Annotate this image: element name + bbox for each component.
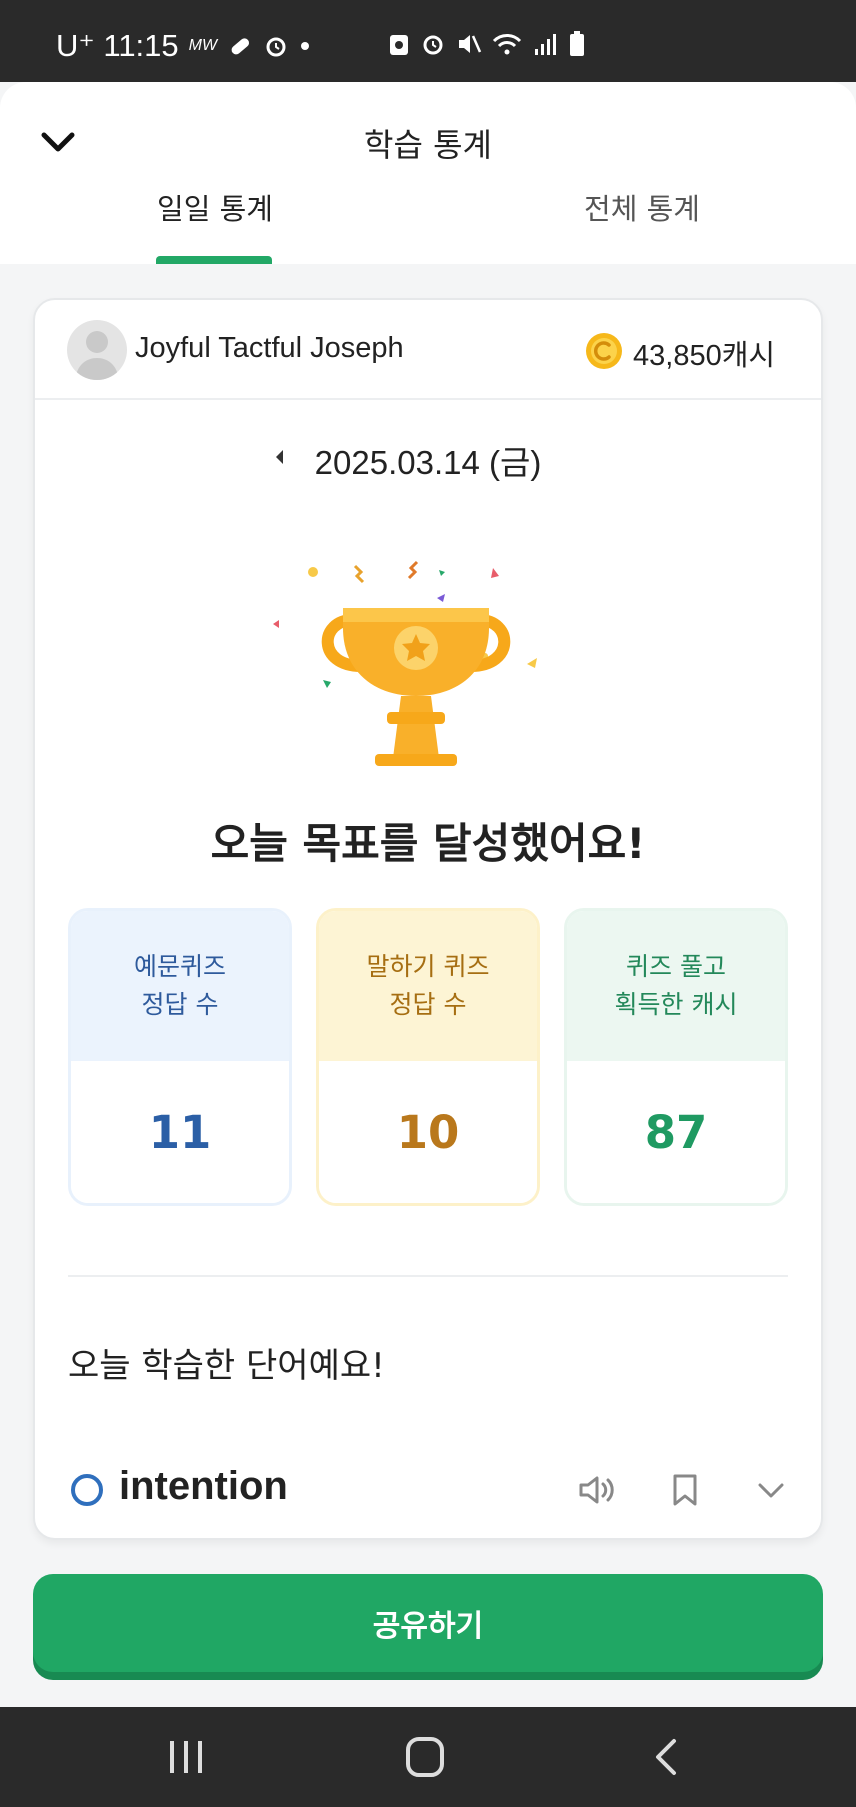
battery-icon [570,31,584,56]
stat-value: 10 [319,1061,537,1203]
stat-value: 87 [567,1061,785,1203]
share-button[interactable]: 공유하기 [33,1574,823,1672]
signal-icon [535,34,556,55]
word-text: intention [119,1464,288,1508]
user-row: Joyful Tactful Joseph 43,850캐시 [35,300,821,400]
system-nav-bar [0,1707,856,1807]
words-section-title: 오늘 학습한 단어예요! [68,1346,385,1386]
divider [68,1275,788,1277]
stat-label: 퀴즈 풀고 획득한 캐시 [567,911,785,1061]
stat-label-line1: 퀴즈 풀고 [626,952,726,981]
status-left: U⁺ 11:15 MW [56,28,311,64]
bookmark-button[interactable] [661,1466,709,1514]
back-icon [656,1739,676,1775]
stat-label: 예문퀴즈 정답 수 [71,911,289,1061]
stat-speaking-quiz: 말하기 퀴즈 정답 수 10 [316,908,540,1206]
speaker-icon [579,1476,614,1504]
dot-icon [301,42,310,50]
pill-icon [231,38,250,55]
tab-daily-stats[interactable]: 일일 통계 [0,186,430,228]
stat-earned-cash: 퀴즈 풀고 획득한 캐시 87 [564,908,788,1206]
active-tab-indicator [156,256,272,264]
page-title: 학습 통계 [364,126,492,164]
mute-icon [459,35,482,53]
expand-button[interactable] [747,1466,795,1514]
avatar [67,320,127,380]
status-bar: U⁺ 11:15 MW [0,0,856,82]
alarm-icon [266,37,286,57]
back-button[interactable] [636,1735,696,1779]
prev-date-icon[interactable] [273,446,287,468]
recent-apps-icon [170,1741,202,1773]
stat-sentence-quiz: 예문퀴즈 정답 수 11 [68,908,292,1206]
status-time: U⁺ 11:15 [56,28,179,64]
status-right [388,30,586,58]
goal-message: 오늘 목표를 달성했어요! [210,819,646,868]
play-sound-button[interactable] [573,1466,621,1514]
home-button[interactable] [396,1735,456,1779]
stat-label-line2: 정답 수 [141,990,219,1019]
stat-value: 11 [71,1061,289,1203]
correct-circle-icon [71,1474,103,1506]
trophy-icon [273,560,537,766]
clock: 11:15 [103,28,179,63]
chevron-down-icon [758,1483,784,1498]
tab-total-stats[interactable]: 전체 통계 [428,186,856,228]
stat-label-line2: 획득한 캐시 [614,990,738,1019]
bookmark-icon [673,1474,697,1506]
mw-icon: MW [188,37,218,54]
stats-card: Joyful Tactful Joseph 43,850캐시 2025.03.1… [33,298,823,1540]
recycle-icon [390,35,408,55]
avatar-icon [75,331,119,380]
stat-label-line1: 말하기 퀴즈 [366,952,490,981]
date-row: 2025.03.14 (금) [35,436,821,484]
home-icon [406,1737,444,1777]
selected-date: 2025.03.14 (금) [314,444,542,481]
stat-label: 말하기 퀴즈 정답 수 [319,911,537,1061]
recent-apps-button[interactable] [156,1735,216,1779]
coin-icon [586,333,622,369]
header: 학습 통계 일일 통계 전체 통계 [0,82,856,264]
user-name: Joyful Tactful Joseph [135,332,404,364]
wifi-icon [492,34,522,55]
list-item[interactable]: intention [35,1450,821,1530]
stat-label-line1: 예문퀴즈 [133,952,226,981]
cash-balance: 43,850캐시 [633,340,776,372]
carrier-label: U⁺ [56,28,95,63]
stat-label-line2: 정답 수 [389,990,467,1019]
alarm-icon [423,35,443,55]
